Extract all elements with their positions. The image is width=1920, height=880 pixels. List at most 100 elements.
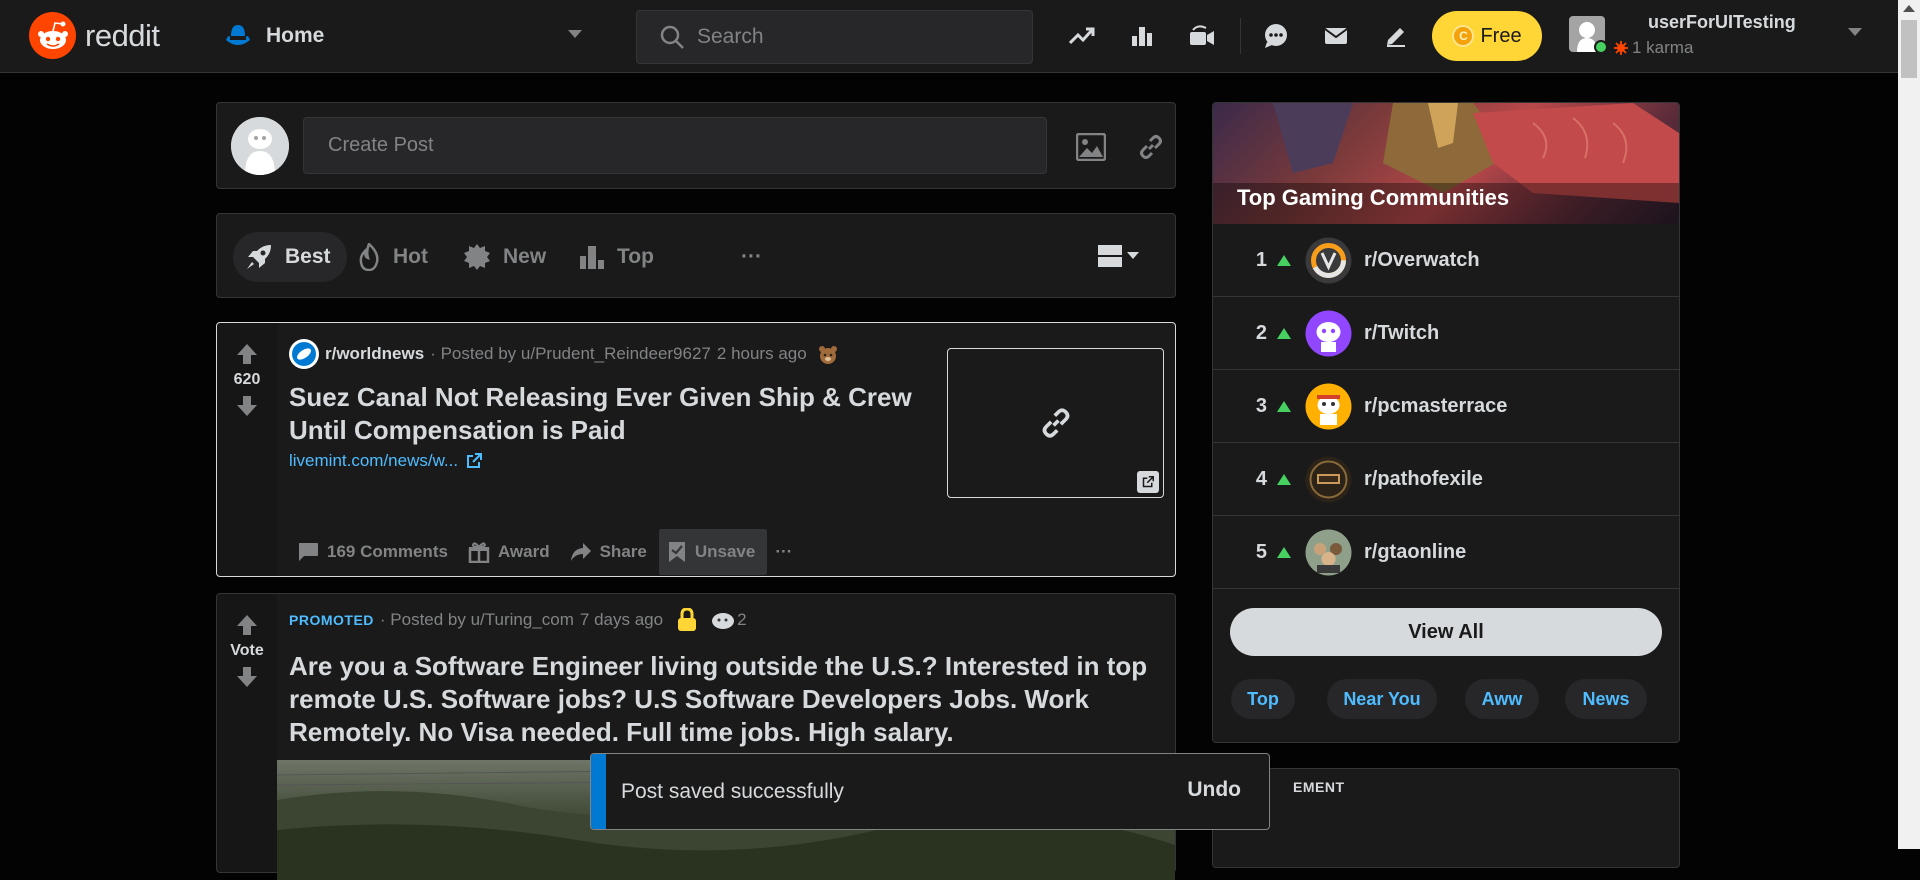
upvote-icon[interactable]	[236, 343, 258, 365]
bookmark-saved-icon	[668, 542, 685, 562]
more-dots: ···	[741, 245, 762, 268]
card-view-icon	[1098, 245, 1122, 267]
chevron-down-icon	[1127, 252, 1139, 259]
all-stats-icon[interactable]	[1126, 20, 1158, 52]
karma-count: 1 karma	[1614, 38, 1693, 58]
reddit-logo[interactable]: reddit	[29, 12, 160, 59]
share-arrow-icon	[570, 543, 591, 561]
search-bar[interactable]	[636, 10, 1033, 64]
karma-label: 1 karma	[1632, 38, 1694, 57]
award-count: 2	[737, 610, 747, 629]
sort-new-tab[interactable]: New	[451, 232, 562, 282]
community-row[interactable]: 4 r/pathofexile	[1213, 443, 1679, 516]
vote-column: 620	[217, 323, 277, 576]
external-link-icon	[467, 453, 483, 468]
post-card[interactable]: 620 r/worldnews · Posted by u/Prudent_Re…	[216, 322, 1176, 577]
sort-new-label: New	[503, 245, 547, 268]
community-row[interactable]: 5 r/gtaonline	[1213, 516, 1679, 589]
more-dots: ···	[775, 542, 793, 561]
chat-icon[interactable]	[1260, 20, 1292, 52]
post-actions: 169 Comments Award Share Unsave ···	[289, 529, 804, 575]
link-icon[interactable]	[1131, 127, 1171, 167]
gtaonline-avatar	[1305, 529, 1352, 576]
sort-top-label: Top	[617, 245, 654, 268]
community-row[interactable]: 1 r/Overwatch	[1213, 224, 1679, 297]
community-rank: 1	[1255, 248, 1267, 271]
posted-by[interactable]: · Posted by u/Turing_com	[380, 610, 574, 630]
link-thumbnail[interactable]	[947, 348, 1164, 498]
scroll-up-arrow-icon[interactable]	[1903, 5, 1915, 12]
community-rank: 4	[1255, 467, 1267, 490]
toast-accent-bar	[591, 754, 606, 829]
user-menu[interactable]: userForUITesting 1 karma	[1566, 10, 1866, 62]
scrollbar-thumb[interactable]	[1901, 20, 1917, 78]
post-more-button[interactable]: ···	[767, 529, 804, 575]
award-button[interactable]: Award	[460, 529, 562, 575]
page-scrollbar[interactable]	[1898, 0, 1920, 849]
unsave-button[interactable]: Unsave	[658, 529, 768, 575]
rank-up-icon	[1277, 546, 1291, 558]
sort-bar: Best Hot New Top ···	[216, 213, 1176, 298]
rpan-video-icon[interactable]	[1186, 20, 1218, 52]
view-layout-toggle[interactable]	[1097, 244, 1139, 268]
sort-top-tab[interactable]: Top	[567, 232, 670, 282]
rocket-icon	[247, 245, 271, 269]
chip-near-you[interactable]: Near You	[1327, 679, 1437, 719]
vote-column: Vote	[217, 594, 277, 872]
chip-top[interactable]: Top	[1231, 679, 1295, 719]
downvote-icon[interactable]	[236, 666, 258, 688]
twitch-avatar	[1305, 310, 1352, 357]
sort-best-tab[interactable]: Best	[233, 232, 347, 282]
view-all-button[interactable]: View All	[1230, 608, 1662, 656]
subreddit-link[interactable]: r/worldnews	[325, 344, 424, 364]
widget-banner: Top Gaming Communities	[1213, 103, 1679, 224]
badge-icon	[464, 244, 490, 270]
comments-button[interactable]: 169 Comments	[289, 529, 460, 575]
post-meta: PROMOTED · Posted by u/Turing_com 7 days…	[289, 608, 747, 632]
lock-award-icon	[678, 608, 697, 631]
promoted-post-card[interactable]: Vote PROMOTED · Posted by u/Turing_com 7…	[216, 593, 1176, 880]
rank-up-icon	[1277, 254, 1291, 266]
share-button[interactable]: Share	[562, 529, 659, 575]
post-external-link[interactable]: livemint.com/news/w...	[289, 451, 483, 471]
community-name: r/Twitch	[1364, 321, 1440, 344]
sort-hot-tab[interactable]: Hot	[345, 232, 444, 282]
promoted-title[interactable]: Are you a Software Engineer living outsi…	[289, 650, 1169, 749]
user-avatar[interactable]	[231, 117, 289, 175]
downvote-icon[interactable]	[236, 395, 258, 417]
free-coins-button[interactable]: C Free	[1432, 11, 1542, 61]
image-upload-icon[interactable]	[1071, 127, 1111, 167]
post-meta: r/worldnews · Posted by u/Prudent_Reinde…	[289, 339, 839, 369]
sort-hot-label: Hot	[393, 245, 428, 268]
overwatch-avatar	[1305, 237, 1352, 284]
sort-more-button[interactable]: ···	[729, 232, 778, 282]
subreddit-globe-icon[interactable]	[289, 339, 319, 369]
community-row[interactable]: 3 r/pcmasterrace	[1213, 370, 1679, 443]
community-row[interactable]: 2 r/Twitch	[1213, 297, 1679, 370]
create-post-input[interactable]: Create Post	[303, 117, 1047, 174]
search-input[interactable]	[697, 25, 1027, 49]
external-link-icon[interactable]	[1137, 471, 1159, 493]
snoo-logo-icon	[29, 12, 76, 59]
mail-icon[interactable]	[1320, 20, 1352, 52]
posted-by[interactable]: · Posted by u/Prudent_Reindeer9627	[430, 344, 711, 364]
gift-icon	[468, 542, 490, 563]
post-title[interactable]: Suez Canal Not Releasing Ever Given Ship…	[289, 381, 929, 447]
pcmasterrace-avatar	[1305, 383, 1352, 430]
home-feed-dropdown[interactable]: Home	[222, 16, 596, 56]
online-status-dot	[1594, 40, 1608, 54]
save-toast: Post saved successfully Undo	[590, 753, 1270, 830]
create-post-pencil-icon[interactable]	[1380, 20, 1412, 52]
chip-news[interactable]: News	[1565, 679, 1647, 719]
post-time[interactable]: 7 days ago	[580, 610, 663, 630]
widget-title: Top Gaming Communities	[1237, 185, 1510, 210]
unsave-label: Unsave	[694, 542, 756, 561]
undo-button[interactable]: Undo	[1187, 778, 1241, 802]
chevron-down-icon	[1848, 28, 1862, 36]
community-name: r/pcmasterrace	[1364, 394, 1508, 417]
popular-trending-icon[interactable]	[1066, 20, 1098, 52]
chip-aww[interactable]: Aww	[1465, 679, 1539, 719]
post-time[interactable]: 2 hours ago	[717, 344, 807, 364]
upvote-icon[interactable]	[236, 614, 258, 636]
rank-up-icon	[1277, 327, 1291, 339]
